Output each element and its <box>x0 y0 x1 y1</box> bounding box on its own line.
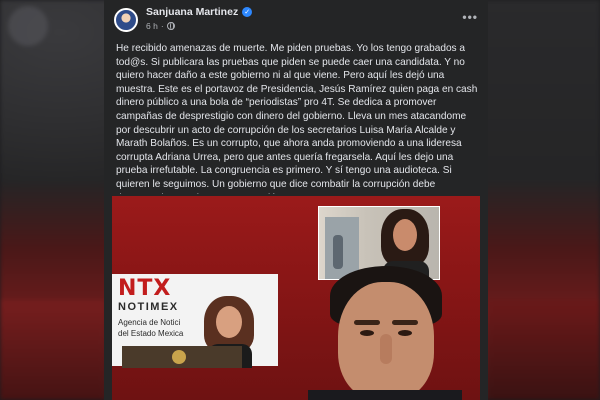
man-portrait <box>308 266 462 400</box>
author-avatar[interactable] <box>114 8 138 32</box>
facebook-post: Sanjuana Martinez ✓ 6 h · ••• He recibid… <box>104 0 488 400</box>
verified-badge-icon: ✓ <box>242 7 253 18</box>
post-timestamp[interactable]: 6 h <box>146 21 158 31</box>
post-text: He recibido amenazas de muerte. Me piden… <box>116 43 478 194</box>
background-avatar <box>8 6 48 46</box>
post-header: Sanjuana Martinez ✓ 6 h · ••• <box>104 0 488 38</box>
author-name[interactable]: Sanjuana Martinez <box>146 7 238 18</box>
notimex-tagline-2: del Estado Mexica <box>118 329 184 338</box>
globe-icon[interactable] <box>166 21 175 30</box>
notimex-wordmark: NOTIMEX <box>118 301 179 313</box>
background-image-left <box>0 300 104 400</box>
notimex-tagline-1: Agencia de Notici <box>118 318 181 327</box>
post-meta: Sanjuana Martinez ✓ 6 h · <box>146 7 253 31</box>
background-image-right <box>488 300 600 400</box>
author-row: Sanjuana Martinez ✓ <box>146 7 253 18</box>
time-row: 6 h · <box>146 20 252 31</box>
podium-seal <box>172 350 186 364</box>
ntx-logo: NTX <box>118 276 172 301</box>
inset-background-person <box>333 235 343 269</box>
post-image[interactable]: NTX NOTIMEX Agencia de Notici del Estado… <box>112 196 480 400</box>
more-options-icon[interactable]: ••• <box>462 10 478 24</box>
meta-separator: · <box>160 20 164 31</box>
podium <box>122 346 242 368</box>
notimex-photo: NTX NOTIMEX Agencia de Notici del Estado… <box>112 274 278 368</box>
